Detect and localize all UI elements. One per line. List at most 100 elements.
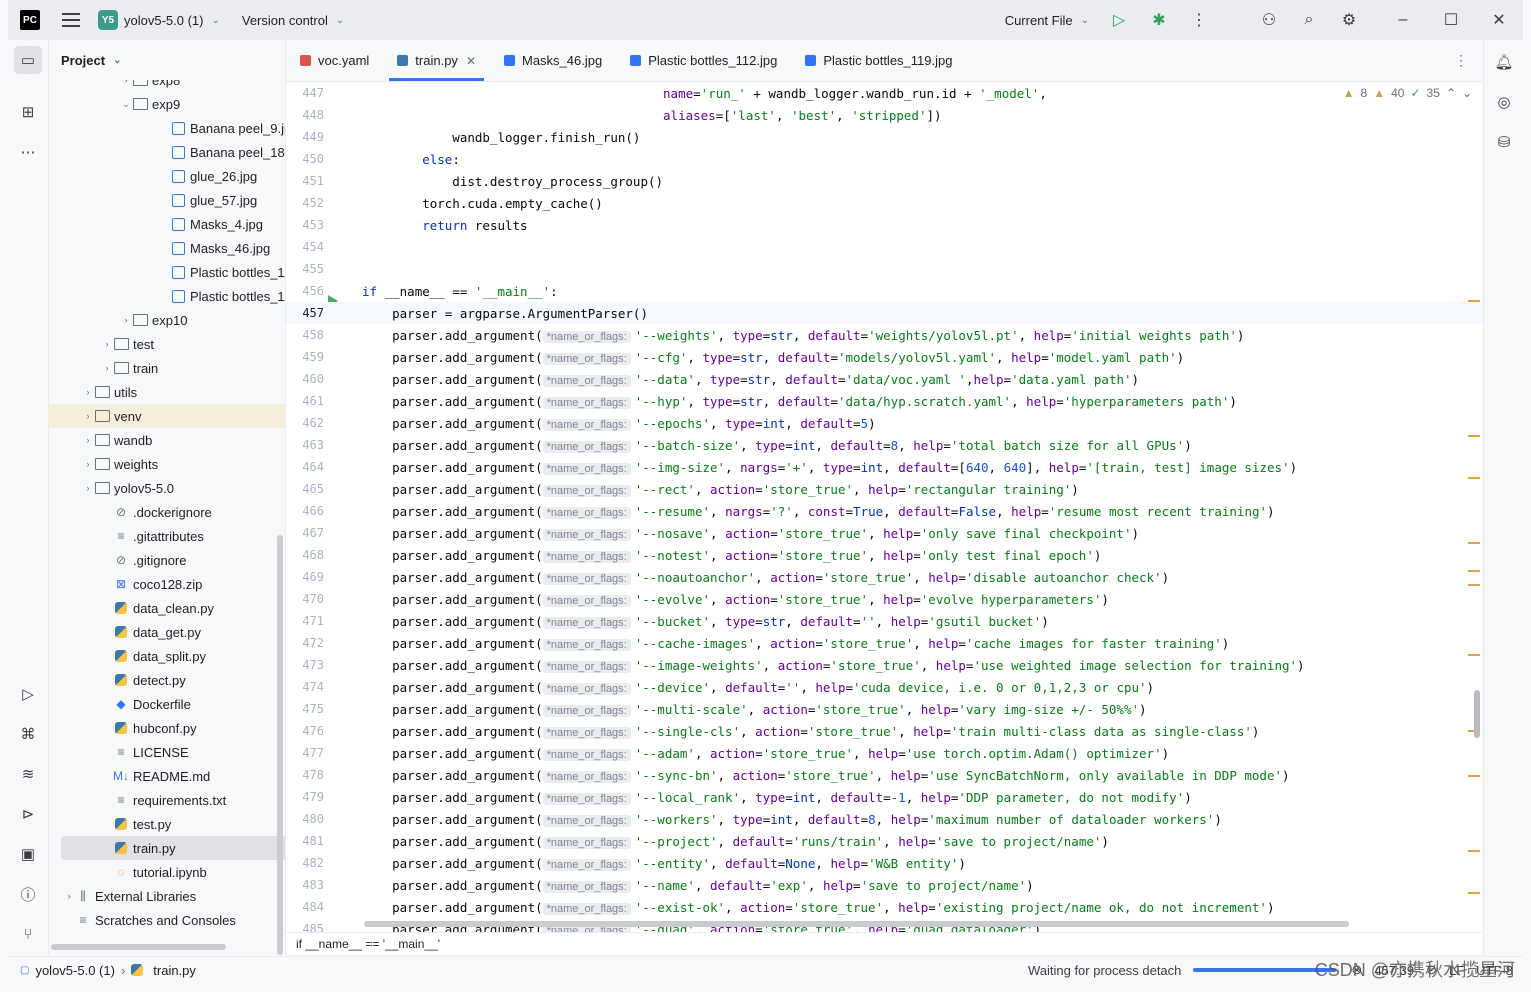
project-switcher[interactable]: yolov5-5.0 (1) ⌄ (118, 13, 220, 28)
code-line[interactable]: 482 parser.add_argument(*name_or_flags: '… (286, 852, 1482, 874)
code-area[interactable]: 447 name='run_' + wandb_logger.wandb_run… (286, 82, 1482, 932)
warning-marker[interactable] (1468, 435, 1480, 437)
tree-item[interactable]: › venv (49, 404, 285, 428)
tree-item[interactable]: › exp10 (49, 308, 285, 332)
problems-icon[interactable]: ⓘ (14, 880, 42, 908)
code-line[interactable]: 476 parser.add_argument(*name_or_flags: '… (286, 720, 1482, 742)
code-line[interactable]: 448 aliases=['last', 'best', 'stripped']… (286, 104, 1482, 126)
expand-arrow-icon[interactable]: › (82, 459, 94, 469)
project-tool-icon[interactable]: ▭ (14, 46, 42, 74)
inspection-widget[interactable]: ▲ 8 ▲ 40 ✓ 35 ⌃ ⌄ (1343, 86, 1472, 100)
code-line[interactable]: 481 parser.add_argument(*name_or_flags: '… (286, 830, 1482, 852)
code-line[interactable]: 474 parser.add_argument(*name_or_flags: '… (286, 676, 1482, 698)
tree-item[interactable]: › train (49, 356, 285, 380)
tree-item[interactable]: › ⫼ External Libraries (49, 884, 285, 908)
tree-item[interactable]: data_split.py (49, 644, 285, 668)
code-line[interactable]: 473 parser.add_argument(*name_or_flags: '… (286, 654, 1482, 676)
status-file[interactable]: train.py (153, 963, 196, 978)
code-line[interactable]: 447 name='run_' + wandb_logger.wandb_run… (286, 82, 1482, 104)
expand-arrow-icon[interactable]: › (101, 363, 113, 373)
code-line[interactable]: 450 else: (286, 148, 1482, 170)
warning-marker[interactable] (1468, 584, 1480, 586)
editor-breadcrumb[interactable]: if __name__ == '__main__' (286, 932, 1482, 954)
expand-arrow-icon[interactable]: › (82, 411, 94, 421)
code-line[interactable]: 479 parser.add_argument(*name_or_flags: '… (286, 786, 1482, 808)
expand-arrow-icon[interactable]: › (101, 339, 113, 349)
code-line[interactable]: 451 dist.destroy_process_group() (286, 170, 1482, 192)
warning-marker[interactable] (1468, 570, 1480, 572)
minimize-icon[interactable]: – (1379, 0, 1427, 40)
tree-item[interactable]: Masks_46.jpg (49, 236, 285, 260)
tree-item[interactable]: › test (49, 332, 285, 356)
tree-item[interactable]: ◌ tutorial.ipynb (49, 860, 285, 884)
editor-tab[interactable]: Plastic bottles_119.jpg (791, 40, 966, 81)
expand-arrow-icon[interactable]: ⌄ (120, 99, 132, 110)
code-line[interactable]: 468 parser.add_argument(*name_or_flags: '… (286, 544, 1482, 566)
tree-item[interactable]: ⊘ .gitignore (49, 548, 285, 572)
services-icon[interactable]: ⊳ (14, 800, 42, 828)
tree-item[interactable]: › utils (49, 380, 285, 404)
tree-item[interactable]: ⊘ .dockerignore (49, 500, 285, 524)
code-line[interactable]: 452 torch.cuda.empty_cache() (286, 192, 1482, 214)
warning-marker[interactable] (1468, 892, 1480, 894)
code-line[interactable]: 463 parser.add_argument(*name_or_flags: '… (286, 434, 1482, 456)
code-line[interactable]: 465 parser.add_argument(*name_or_flags: '… (286, 478, 1482, 500)
warning-marker[interactable] (1468, 850, 1480, 852)
layers-icon[interactable]: ≋ (14, 760, 42, 788)
more-tools-icon[interactable]: ⋯ (14, 138, 42, 166)
code-line[interactable]: 464 parser.add_argument(*name_or_flags: '… (286, 456, 1482, 478)
code-line[interactable]: 466 parser.add_argument(*name_or_flags: '… (286, 500, 1482, 522)
maximize-icon[interactable]: ☐ (1427, 0, 1475, 40)
expand-arrow-icon[interactable]: › (82, 387, 94, 397)
tree-item[interactable]: data_clean.py (49, 596, 285, 620)
editor-tab[interactable]: voc.yaml (286, 40, 383, 81)
tree-item[interactable]: Banana peel_18.jpg (49, 140, 285, 164)
tree-item[interactable]: ◆ Dockerfile (49, 692, 285, 716)
database-icon[interactable]: ⛁ (1492, 130, 1516, 154)
code-line[interactable]: 475 parser.add_argument(*name_or_flags: '… (286, 698, 1482, 720)
status-project[interactable]: yolov5-5.0 (1) (35, 963, 114, 978)
code-line[interactable]: 455 (286, 258, 1482, 280)
close-icon[interactable]: ✕ (1475, 0, 1523, 40)
tree-item[interactable]: › yolov5-5.0 (49, 476, 285, 500)
code-line[interactable]: 477 parser.add_argument(*name_or_flags: '… (286, 742, 1482, 764)
code-line[interactable]: 467 parser.add_argument(*name_or_flags: '… (286, 522, 1482, 544)
warning-marker[interactable] (1468, 477, 1480, 479)
tree-item[interactable]: › exp8 (49, 80, 285, 92)
tree-item[interactable]: Plastic bottles_119.jpg (49, 284, 285, 308)
code-line[interactable]: 470 parser.add_argument(*name_or_flags: '… (286, 588, 1482, 610)
project-tree-hscrollbar[interactable] (51, 944, 226, 950)
tree-item[interactable]: M↓ README.md (49, 764, 285, 788)
tree-item[interactable]: ⊠ coco128.zip (49, 572, 285, 596)
ai-assistant-icon[interactable]: ◎ (1492, 90, 1516, 114)
warning-marker[interactable] (1468, 300, 1480, 302)
notifications-bell-icon[interactable]: 🔔︎ (1492, 50, 1516, 74)
python-packages-icon[interactable]: ⌘ (14, 720, 42, 748)
warning-marker[interactable] (1468, 775, 1480, 777)
code-line[interactable]: 471 parser.add_argument(*name_or_flags: '… (286, 610, 1482, 632)
expand-arrow-icon[interactable]: › (82, 483, 94, 493)
code-line[interactable]: 449 wandb_logger.finish_run() (286, 126, 1482, 148)
code-line[interactable]: 454 (286, 236, 1482, 258)
tree-item[interactable]: Banana peel_9.jpg (49, 116, 285, 140)
more-actions-icon[interactable]: ⋮ (1179, 0, 1219, 40)
editor-hscrollbar[interactable] (364, 921, 1349, 927)
tree-item[interactable]: glue_26.jpg (49, 164, 285, 188)
tree-item[interactable]: hubconf.py (49, 716, 285, 740)
tree-item[interactable]: ⌄ exp9 (49, 92, 285, 116)
git-icon[interactable]: ⑂ (14, 920, 42, 948)
code-line[interactable]: 469 parser.add_argument(*name_or_flags: '… (286, 566, 1482, 588)
structure-tool-icon[interactable]: ⊞ (14, 98, 42, 126)
error-stripe[interactable] (1468, 82, 1482, 932)
chevron-up-icon[interactable]: ⌃ (1446, 86, 1456, 100)
code-line[interactable]: 461 parser.add_argument(*name_or_flags: '… (286, 390, 1482, 412)
editor-tab[interactable]: train.py ✕ (383, 40, 490, 81)
editor-tab[interactable]: Masks_46.jpg (490, 40, 616, 81)
terminal-icon[interactable]: ▣ (14, 840, 42, 868)
close-tab-icon[interactable]: ✕ (466, 54, 476, 68)
main-menu-icon[interactable] (62, 13, 80, 27)
code-line[interactable]: 483 parser.add_argument(*name_or_flags: '… (286, 874, 1482, 896)
code-line[interactable]: 453 return results (286, 214, 1482, 236)
code-line[interactable]: 462 parser.add_argument(*name_or_flags: '… (286, 412, 1482, 434)
editor-tab[interactable]: Plastic bottles_112.jpg (616, 40, 791, 81)
